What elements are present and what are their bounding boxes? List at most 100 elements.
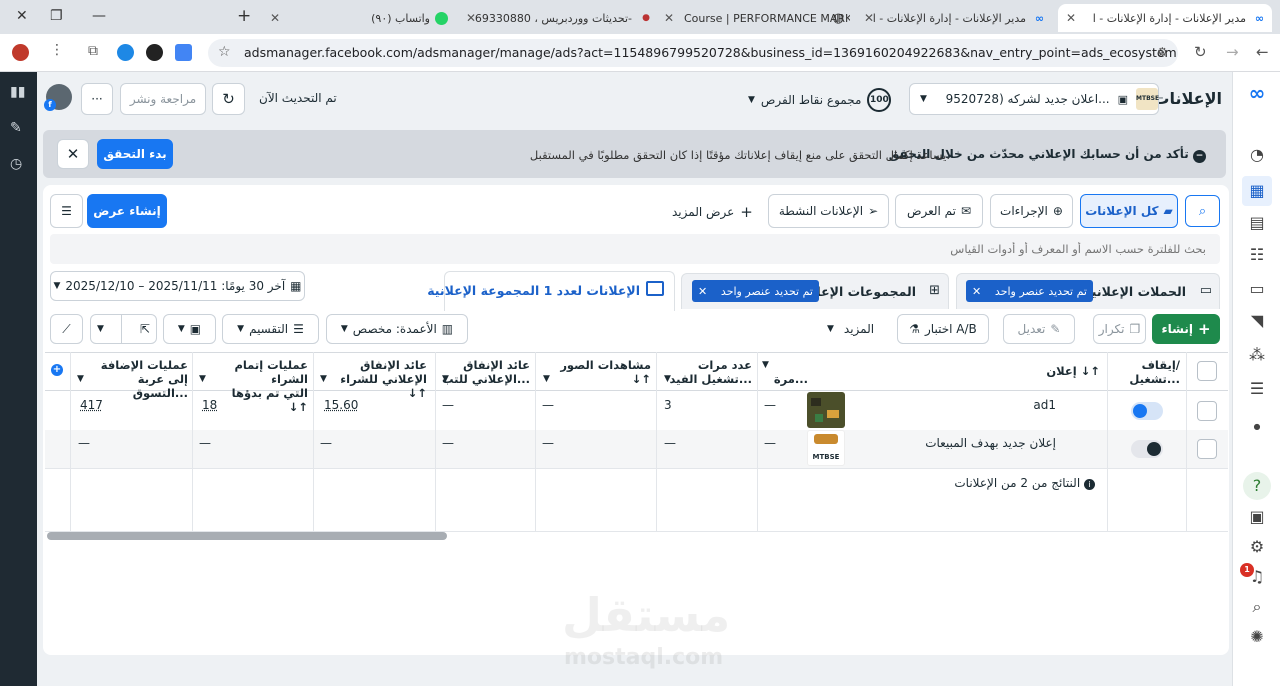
filter-search-input[interactable]	[50, 234, 1220, 264]
ad-name[interactable]: ad1	[1033, 398, 1056, 412]
bug-report-icon[interactable]: ✺	[1246, 626, 1268, 648]
campaigns-selection-chip[interactable]: ✕ تم تحديد عنصر واحد	[966, 280, 1093, 302]
chevron-down-icon[interactable]: ▼	[199, 374, 206, 384]
actions-filter[interactable]: الإجراءات ⊕	[990, 194, 1073, 228]
ads-manager-grid-icon[interactable]: ▦	[1242, 176, 1272, 206]
close-icon[interactable]: ✕	[698, 285, 707, 298]
close-tab-icon[interactable]: ✕	[1066, 11, 1076, 25]
chevron-down-icon[interactable]: ▼	[77, 374, 84, 384]
row-checkbox[interactable]	[1197, 439, 1217, 459]
col-header-toggle[interactable]: إيقاف/ تشغيل...	[1110, 352, 1180, 391]
settings-gear-icon[interactable]: ⚙	[1246, 536, 1268, 558]
new-tab-icon[interactable]: +	[237, 6, 251, 26]
profile-avatar-icon[interactable]	[12, 44, 29, 61]
chart-icon[interactable]: ▮▮	[10, 84, 25, 100]
dismiss-banner-button[interactable]: ✕	[57, 139, 89, 169]
close-icon[interactable]: ✕	[972, 285, 981, 298]
col-header-roas-purchase[interactable]: عائد الإنفاق الإعلاني للشراء ↓↑	[335, 352, 427, 400]
horizontal-scrollbar[interactable]	[47, 532, 447, 540]
columns-dropdown[interactable]: ▼ الأعمدة: مخصص ▥	[326, 314, 468, 344]
all-tools-menu-icon[interactable]: ☰	[1246, 378, 1268, 400]
close-tab-icon[interactable]: ✕	[864, 11, 874, 25]
site-settings-icon[interactable]: ⚙	[1157, 45, 1168, 59]
opportunity-score[interactable]: ▼ مجموع نقاط الفرص 100	[748, 87, 893, 113]
more-actions-dropdown[interactable]: ▼ المزيد	[827, 322, 874, 336]
extension-blue-icon[interactable]	[117, 44, 134, 61]
reports-dropdown[interactable]: ▼ ▣	[163, 314, 216, 344]
ad-thumbnail[interactable]	[807, 392, 845, 428]
browser-tab-2[interactable]: مدير الإعلانات - إدارة الإعلانات - ا ∞ ✕	[860, 4, 1052, 32]
more-options-button[interactable]: ···	[81, 83, 113, 115]
col-header-checkouts[interactable]: عمليات إتمام الشراء التي تم بدؤها ↓↑	[212, 352, 308, 414]
ad-thumbnail[interactable]: MTBSE	[807, 430, 845, 466]
forward-icon[interactable]: →	[1226, 43, 1239, 61]
create-view-button[interactable]: إنشاء عرض	[87, 194, 167, 228]
close-tab-icon[interactable]: ✕	[466, 11, 476, 25]
active-ads-filter[interactable]: الإعلانات النشطة ➢	[768, 194, 889, 228]
adsets-selection-chip[interactable]: ✕ تم تحديد عنصر واحد	[692, 280, 819, 302]
audiences-icon[interactable]: ☷	[1246, 244, 1268, 266]
network-icon[interactable]: ⁂	[1246, 344, 1268, 366]
refresh-button[interactable]: ↻	[212, 83, 245, 115]
restore-window-icon[interactable]: ❐	[50, 8, 63, 24]
translate-icon[interactable]	[175, 44, 192, 61]
close-tab-icon[interactable]: ✕	[664, 11, 674, 25]
pencil-icon[interactable]: ✎	[10, 120, 22, 136]
col-header-image-views[interactable]: مشاهدات الصور ↓↑	[541, 352, 651, 391]
back-icon[interactable]: ←	[1256, 43, 1269, 61]
ad-toggle[interactable]	[1131, 402, 1163, 420]
add-column-icon[interactable]: +	[51, 364, 63, 376]
browser-tab-5[interactable]: (٩٠) واتساب ✕	[262, 4, 456, 32]
all-ads-filter[interactable]: كل الإعلانات ▰	[1080, 194, 1178, 228]
ad-name[interactable]: إعلان جديد بهدف المبيعات	[925, 436, 1056, 450]
extensions-icon[interactable]: ⧉	[88, 43, 98, 59]
delivered-filter[interactable]: تم العرض ✉	[895, 194, 983, 228]
chevron-down-icon[interactable]: ▼	[543, 374, 550, 384]
start-verification-button[interactable]: بدء التحقق	[97, 139, 173, 169]
search-button[interactable]: ⌕	[1185, 195, 1220, 227]
billing-card-icon[interactable]: ▭	[1246, 278, 1268, 300]
meta-logo-icon[interactable]: ∞	[1246, 82, 1268, 104]
ab-test-button[interactable]: ⚗ اختبار A/B	[897, 314, 989, 344]
chevron-down-icon[interactable]: ▼	[320, 374, 327, 384]
search-icon[interactable]: ⌕	[1246, 596, 1268, 618]
create-ad-button[interactable]: إنشاء +	[1152, 314, 1220, 344]
clock-icon[interactable]: ◷	[10, 156, 22, 172]
close-window-icon[interactable]: ✕	[16, 8, 28, 24]
duplicate-button[interactable]: تكرار ❐	[1093, 314, 1146, 344]
chevron-down-icon[interactable]: ▼	[664, 374, 671, 384]
browser-tab-4[interactable]: تحديثات ووردبريس ، 69330880- ● ✕	[462, 4, 654, 32]
close-tab-icon[interactable]: ✕	[270, 11, 280, 25]
megaphone-icon[interactable]: ◥	[1246, 310, 1268, 332]
minimize-window-icon[interactable]: —	[92, 8, 106, 24]
ad-account-selector[interactable]: ▼ اعلان جديد لشركه (9520728... ▣ MTBSE	[909, 83, 1159, 115]
news-feed-icon[interactable]: ▣	[1246, 506, 1268, 528]
help-icon[interactable]: ?	[1243, 472, 1271, 500]
extension-k-icon[interactable]	[146, 44, 163, 61]
col-header-delivery[interactable]: ▼ مرة...	[762, 352, 808, 391]
ad-toggle[interactable]	[1131, 440, 1163, 458]
col-header-ad-name[interactable]: إعلان ↓↑	[850, 352, 1100, 391]
filter-settings-button[interactable]: ☰	[50, 194, 83, 228]
user-avatar[interactable]: f	[44, 84, 72, 111]
browser-tab-3[interactable]: Course | PERFORMANCE MARK ◍ ✕	[660, 4, 850, 32]
pages-icon[interactable]: ▤	[1246, 212, 1268, 234]
dashboard-gauge-icon[interactable]: ◔	[1246, 144, 1268, 166]
select-all-checkbox[interactable]	[1197, 361, 1217, 381]
chevron-down-icon[interactable]: ▼	[442, 374, 449, 384]
breakdown-dropdown[interactable]: ▼ التقسيم ☰	[222, 314, 319, 344]
col-header-roas-tracked[interactable]: عائد الإنفاق الإعلاني للتب...	[440, 352, 530, 391]
menu-dots-icon[interactable]: ⋮	[50, 42, 64, 58]
review-publish-button[interactable]: مراجعة ونشر	[120, 83, 206, 115]
chart-toggle-button[interactable]: ⟋	[50, 314, 83, 344]
view-more-button[interactable]: عرض المزيد +	[672, 203, 753, 221]
col-header-add-to-cart[interactable]: عمليات الإضافة إلى عربة التسوق...	[92, 352, 188, 400]
reload-icon[interactable]: ↻	[1194, 43, 1207, 61]
url-field[interactable]: adsmanager.facebook.com/adsmanager/manag…	[208, 39, 1178, 67]
col-header-video-plays[interactable]: عدد مرات تشغيل الفيد...	[662, 352, 752, 391]
export-dropdown[interactable]: ▼ ⇱	[90, 314, 157, 344]
edit-button[interactable]: تعديل ✎	[1003, 314, 1075, 344]
browser-tab-1[interactable]: مدير الإعلانات - إدارة الإعلانات - ا ∞ ✕	[1058, 4, 1272, 32]
row-checkbox[interactable]	[1197, 401, 1217, 421]
bookmark-star-icon[interactable]: ☆	[218, 44, 231, 60]
